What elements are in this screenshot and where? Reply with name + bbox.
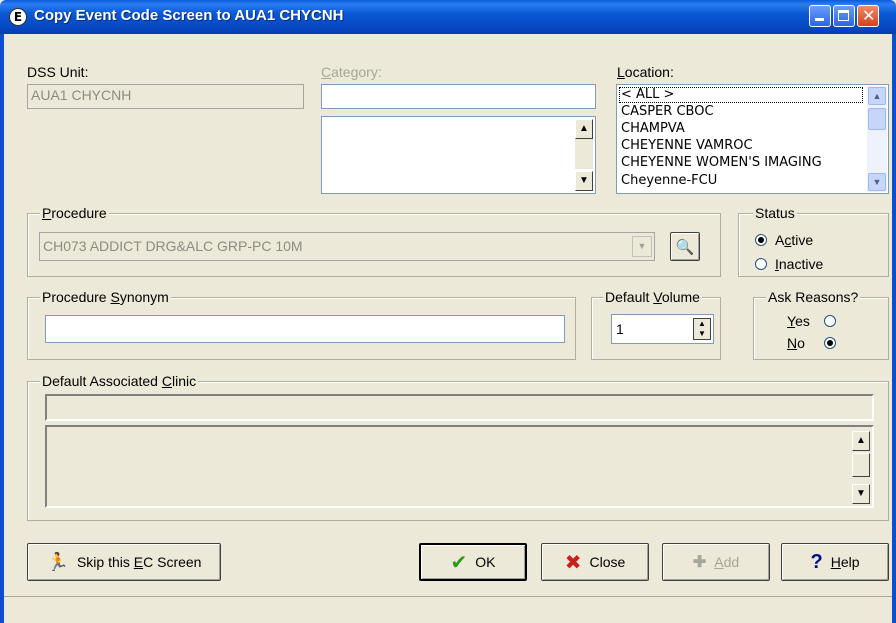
location-item[interactable]: CHEYENNE VAMROC [621,138,753,153]
procedure-value: CH073 ADDICT DRG&ALC GRP-PC 10M [43,238,303,254]
maximize-button[interactable] [833,5,855,27]
status-inactive-radio[interactable]: Inactive [755,256,875,274]
ask-reasons-yes-label: Yes [787,313,810,329]
scroll-up-icon[interactable]: ▲ [852,431,870,451]
dss-unit-field: AUA1 CHYCNH [27,84,304,109]
status-inactive-label: Inactive [775,256,824,272]
radio-checked-icon [755,234,767,246]
app-icon: E [9,8,27,26]
skip-ec-screen-label: Skip this EC Screen [76,554,202,570]
plus-icon: ✚ [692,554,707,571]
scroll-down-icon[interactable]: ▼ [575,171,593,191]
status-active-label: Active [775,232,814,248]
skip-ec-screen-button[interactable]: 🏃 Skip this EC Screen [27,543,221,581]
category-label: Category: [321,64,382,80]
scroll-up-icon[interactable]: ▲ [868,87,886,105]
category-list: ▲ ▼ [321,116,596,194]
close-x-icon: ✖ [564,550,582,574]
location-label: Location: [617,64,674,80]
binoculars-icon: 🔍 [675,238,695,256]
procedure-combo: CH073 ADDICT DRG&ALC GRP-PC 10M ▼ [39,232,655,261]
location-item[interactable]: CHEYENNE WOMEN'S IMAGING [621,155,822,170]
default-volume-label: Default Volume [603,289,702,305]
close-label: Close [589,554,626,570]
title-bar[interactable]: E Copy Event Code Screen to AUA1 CHYCNH … [0,0,896,34]
close-button[interactable]: ✖ Close [541,543,649,581]
status-group-label: Status [753,205,797,221]
location-scrollbar[interactable]: ▲ ▼ [867,86,887,192]
help-button[interactable]: ? Help [781,543,889,581]
default-volume-value: 1 [616,321,624,337]
ask-reasons-yes-radio[interactable]: Yes [787,313,847,331]
location-item[interactable]: CHAMPVA [621,121,685,136]
default-clinic-field [45,394,874,421]
ask-reasons-no-label: No [787,335,805,351]
window-border-right [892,34,896,623]
ok-label: OK [475,554,496,570]
close-window-button[interactable]: ✕ [857,5,879,27]
scroll-down-icon[interactable]: ▼ [852,484,870,504]
help-label: Help [830,554,860,570]
procedure-synonym-label: Procedure Synonym [40,289,171,305]
radio-unchecked-icon [755,258,767,270]
window-title: Copy Event Code Screen to AUA1 CHYCNH [34,7,344,24]
dss-unit-label: DSS Unit: [27,64,89,80]
scroll-thumb[interactable] [868,108,886,130]
scroll-up-icon[interactable]: ▲ [575,119,593,139]
check-icon: ✔ [450,550,468,574]
location-item[interactable]: CASPER CBOC [621,104,714,119]
binoculars-search-button[interactable]: 🔍 [670,232,700,261]
question-mark-icon: ? [810,550,823,573]
minimize-button[interactable] [809,5,831,27]
spin-arrows-icon[interactable]: ▲ ▼ [693,318,711,340]
ask-reasons-no-radio[interactable]: No [787,335,847,353]
default-volume-stepper[interactable]: 1 ▲ ▼ [611,314,714,344]
location-item[interactable]: < ALL > [621,87,674,102]
scroll-thumb[interactable] [852,453,870,477]
procedure-synonym-input[interactable] [45,315,565,343]
radio-checked-icon [824,337,836,349]
default-clinic-label: Default Associated Clinic [40,373,199,389]
add-label: Add [714,554,740,570]
radio-unchecked-icon [824,315,836,327]
default-clinic-list: ▲ ▼ [45,425,874,508]
status-active-radio[interactable]: Active [755,232,875,250]
chevron-down-icon: ▼ [632,236,652,257]
window-border-left [0,34,4,623]
location-item[interactable]: Cheyenne-FCU [621,173,717,188]
ok-button[interactable]: ✔ OK [419,543,527,581]
location-list[interactable]: < ALL > CASPER CBOC CHAMPVA CHEYENNE VAM… [616,84,889,194]
category-input [321,84,596,109]
running-man-icon: 🏃 [46,551,69,572]
add-button[interactable]: ✚ Add [662,543,770,581]
scroll-down-icon[interactable]: ▼ [868,173,886,191]
scroll-track[interactable] [575,139,593,169]
status-bar [4,597,892,623]
ask-reasons-label: Ask Reasons? [766,289,861,305]
procedure-group-label: Procedure [40,205,109,221]
